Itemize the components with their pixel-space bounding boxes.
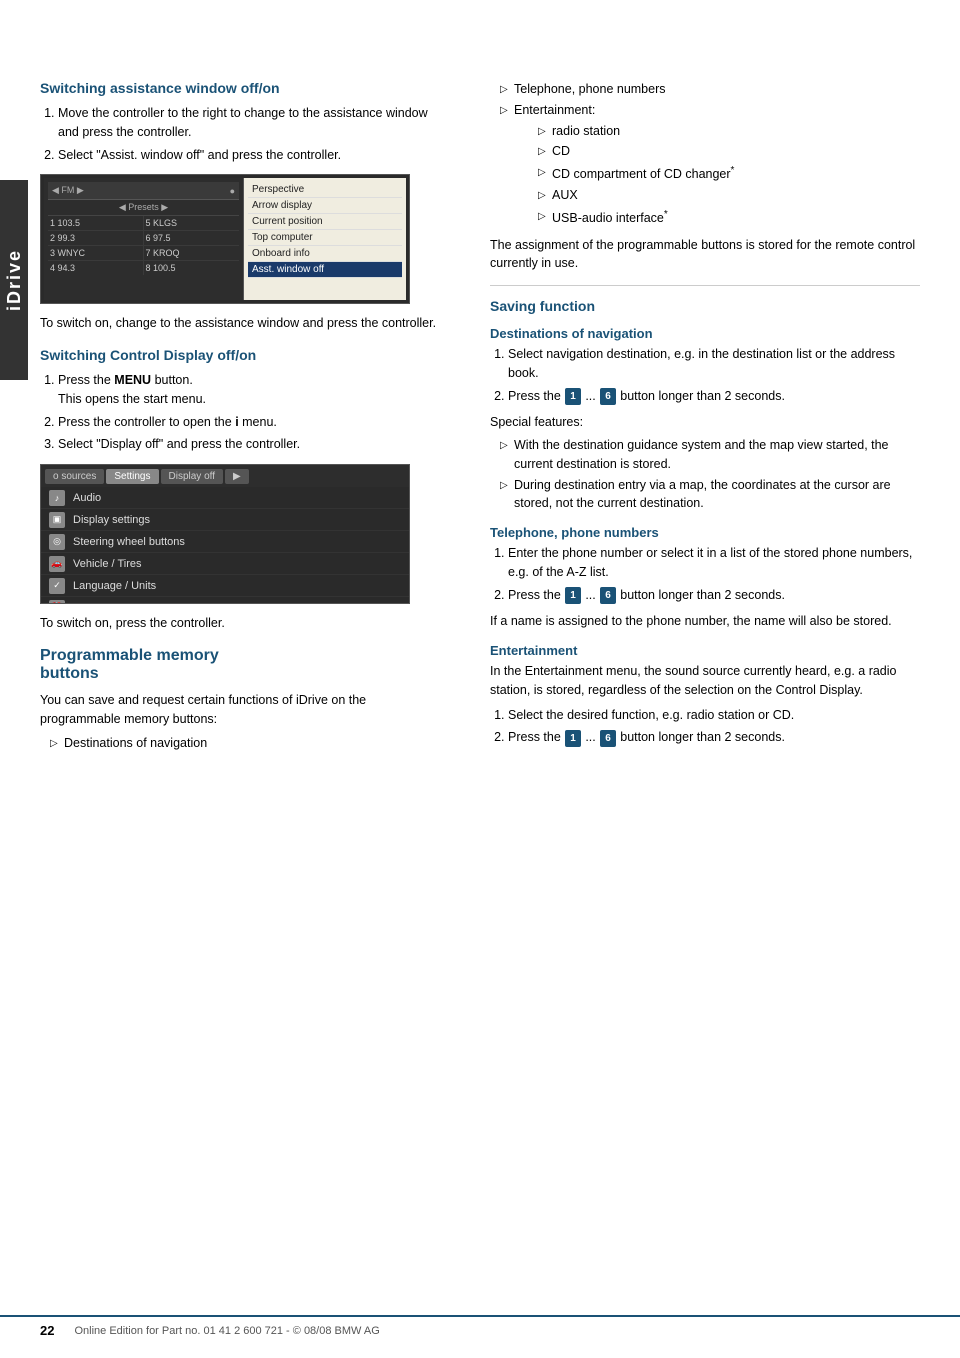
switching-assistance-caption: To switch on, change to the assistance w… bbox=[40, 314, 450, 333]
section-programmable: Programmable memorybuttons You can save … bbox=[40, 647, 450, 753]
page-footer: 22 Online Edition for Part no. 01 41 2 6… bbox=[0, 1315, 960, 1338]
side-tab-label: iDrive bbox=[4, 249, 25, 311]
bullet-telephone: Telephone, phone numbers bbox=[500, 80, 920, 99]
switching-display-caption: To switch on, press the controller. bbox=[40, 614, 450, 633]
i-keyword: i bbox=[235, 415, 238, 429]
btn-6-ent: 6 bbox=[600, 730, 616, 747]
assignment-note: The assignment of the programmable butto… bbox=[490, 236, 920, 274]
step-item: Press the controller to open the i menu. bbox=[58, 413, 450, 432]
programmable-title: Programmable memorybuttons bbox=[40, 647, 450, 683]
screen1-grid: 1 103.5 5 KLGS 2 99.3 6 97.5 3 WNYC 7 KR… bbox=[48, 216, 239, 275]
menu-display-settings[interactable]: ▣ Display settings bbox=[41, 509, 409, 531]
entertainment-intro: In the Entertainment menu, the sound sou… bbox=[490, 662, 920, 700]
destinations-special: With the destination guidance system and… bbox=[500, 436, 920, 513]
programmable-intro: You can save and request certain functio… bbox=[40, 691, 450, 729]
switching-assistance-title: Switching assistance window off/on bbox=[40, 80, 450, 96]
divider1 bbox=[490, 285, 920, 286]
destinations-subtitle: Destinations of navigation bbox=[490, 326, 920, 341]
tab-osources[interactable]: o sources bbox=[45, 469, 104, 484]
steering-icon: ◎ bbox=[49, 534, 65, 550]
bullet-cd-changer: CD compartment of CD changer* bbox=[538, 163, 920, 184]
btn-1-ent: 1 bbox=[565, 730, 581, 747]
bullet-usb: USB-audio interface* bbox=[538, 207, 920, 228]
menu-steering-label: Steering wheel buttons bbox=[73, 536, 185, 548]
menu-display-label: Display settings bbox=[73, 514, 150, 526]
menu-time[interactable]: ⏰ Time / Date bbox=[41, 597, 409, 604]
step-item: Press the MENU button. This opens the st… bbox=[58, 371, 450, 409]
section-switching-display: Switching Control Display off/on Press t… bbox=[40, 347, 450, 633]
screen1-top-bar: ◀ FM ▶ ● bbox=[48, 182, 239, 200]
display-icon: ▣ bbox=[49, 512, 65, 528]
menu-language-label: Language / Units bbox=[73, 580, 156, 592]
screen2-image: o sources Settings Display off ▶ ♪ Audio… bbox=[40, 464, 410, 604]
section-switching-assistance: Switching assistance window off/on Move … bbox=[40, 80, 450, 333]
switching-display-steps: Press the MENU button. This opens the st… bbox=[58, 371, 450, 454]
screen1-left-panel: ◀ FM ▶ ● ◀ Presets ▶ 1 103.5 5 KLGS 2 99… bbox=[44, 178, 244, 300]
menu-vehicle-label: Vehicle / Tires bbox=[73, 558, 141, 570]
left-column: Switching assistance window off/on Move … bbox=[40, 80, 480, 767]
step-item: Enter the phone number or select it in a… bbox=[508, 544, 920, 582]
screen1-right-panel: Perspective Arrow display Current positi… bbox=[244, 178, 406, 300]
step-item: Select the desired function, e.g. radio … bbox=[508, 706, 920, 725]
step-text: Select "Assist. window off" and press th… bbox=[58, 148, 341, 162]
telephone-note: If a name is assigned to the phone numbe… bbox=[490, 612, 920, 631]
bullet-radio: radio station bbox=[538, 122, 920, 141]
special-bullet-2: During destination entry via a map, the … bbox=[500, 476, 920, 514]
bullet-cd: CD bbox=[538, 142, 920, 161]
side-tab: iDrive bbox=[0, 180, 28, 380]
btn-1: 1 bbox=[565, 388, 581, 405]
programmable-bullets: Destinations of navigation bbox=[50, 734, 450, 753]
tab-displayoff[interactable]: Display off bbox=[161, 469, 224, 484]
bullet-destinations: Destinations of navigation bbox=[50, 734, 450, 753]
menu-language[interactable]: ✓ Language / Units bbox=[41, 575, 409, 597]
menu-time-label: Time / Date bbox=[73, 602, 129, 605]
step-item: Select "Display off" and press the contr… bbox=[58, 435, 450, 454]
switching-assistance-steps: Move the controller to the right to chan… bbox=[58, 104, 450, 164]
telephone-steps: Enter the phone number or select it in a… bbox=[508, 544, 920, 604]
btn-6-tel: 6 bbox=[600, 587, 616, 604]
saving-function-title: Saving function bbox=[490, 298, 920, 314]
language-icon: ✓ bbox=[49, 578, 65, 594]
screen2-top-bar: o sources Settings Display off ▶ bbox=[41, 465, 409, 487]
right-bullets: Telephone, phone numbers Entertainment: … bbox=[500, 80, 920, 228]
screen2-menu: ♪ Audio ▣ Display settings ◎ Steering wh… bbox=[41, 487, 409, 604]
special-bullet-1: With the destination guidance system and… bbox=[500, 436, 920, 474]
step-item: Press the 1 ... 6 button longer than 2 s… bbox=[508, 387, 920, 406]
page-number: 22 bbox=[40, 1323, 54, 1338]
screen1-image: ◀ FM ▶ ● ◀ Presets ▶ 1 103.5 5 KLGS 2 99… bbox=[40, 174, 410, 304]
menu-audio[interactable]: ♪ Audio bbox=[41, 487, 409, 509]
entertainment-subtitle: Entertainment bbox=[490, 643, 920, 658]
audio-icon: ♪ bbox=[49, 490, 65, 506]
entertainment-steps: Select the desired function, e.g. radio … bbox=[508, 706, 920, 748]
telephone-subtitle: Telephone, phone numbers bbox=[490, 525, 920, 540]
switching-display-title: Switching Control Display off/on bbox=[40, 347, 450, 363]
menu-keyword: MENU bbox=[114, 373, 151, 387]
time-icon: ⏰ bbox=[49, 600, 65, 605]
menu-vehicle[interactable]: 🚗 Vehicle / Tires bbox=[41, 553, 409, 575]
bullet-entertainment: Entertainment: radio station CD CD compa… bbox=[500, 101, 920, 228]
step-item: Select "Assist. window off" and press th… bbox=[58, 146, 450, 165]
menu-audio-label: Audio bbox=[73, 492, 101, 504]
step-text: Move the controller to the right to chan… bbox=[58, 106, 428, 139]
btn-6: 6 bbox=[600, 388, 616, 405]
entertainment-sub-bullets: radio station CD CD compartment of CD ch… bbox=[524, 122, 920, 228]
step-item: Press the 1 ... 6 button longer than 2 s… bbox=[508, 728, 920, 747]
bullet-aux: AUX bbox=[538, 186, 920, 205]
step-item: Move the controller to the right to chan… bbox=[58, 104, 450, 142]
btn-1-tel: 1 bbox=[565, 587, 581, 604]
saving-function-section: Saving function Destinations of navigati… bbox=[490, 298, 920, 747]
tab-settings[interactable]: Settings bbox=[106, 469, 158, 484]
right-column: Telephone, phone numbers Entertainment: … bbox=[480, 80, 920, 767]
vehicle-icon: 🚗 bbox=[49, 556, 65, 572]
step-item: Select navigation destination, e.g. in t… bbox=[508, 345, 920, 383]
special-features-label: Special features: bbox=[490, 413, 920, 432]
step-item: Press the 1 ... 6 button longer than 2 s… bbox=[508, 586, 920, 605]
tab-arrow[interactable]: ▶ bbox=[225, 469, 249, 484]
footer-text: Online Edition for Part no. 01 41 2 600 … bbox=[74, 1325, 379, 1337]
destinations-steps: Select navigation destination, e.g. in t… bbox=[508, 345, 920, 405]
menu-steering[interactable]: ◎ Steering wheel buttons bbox=[41, 531, 409, 553]
